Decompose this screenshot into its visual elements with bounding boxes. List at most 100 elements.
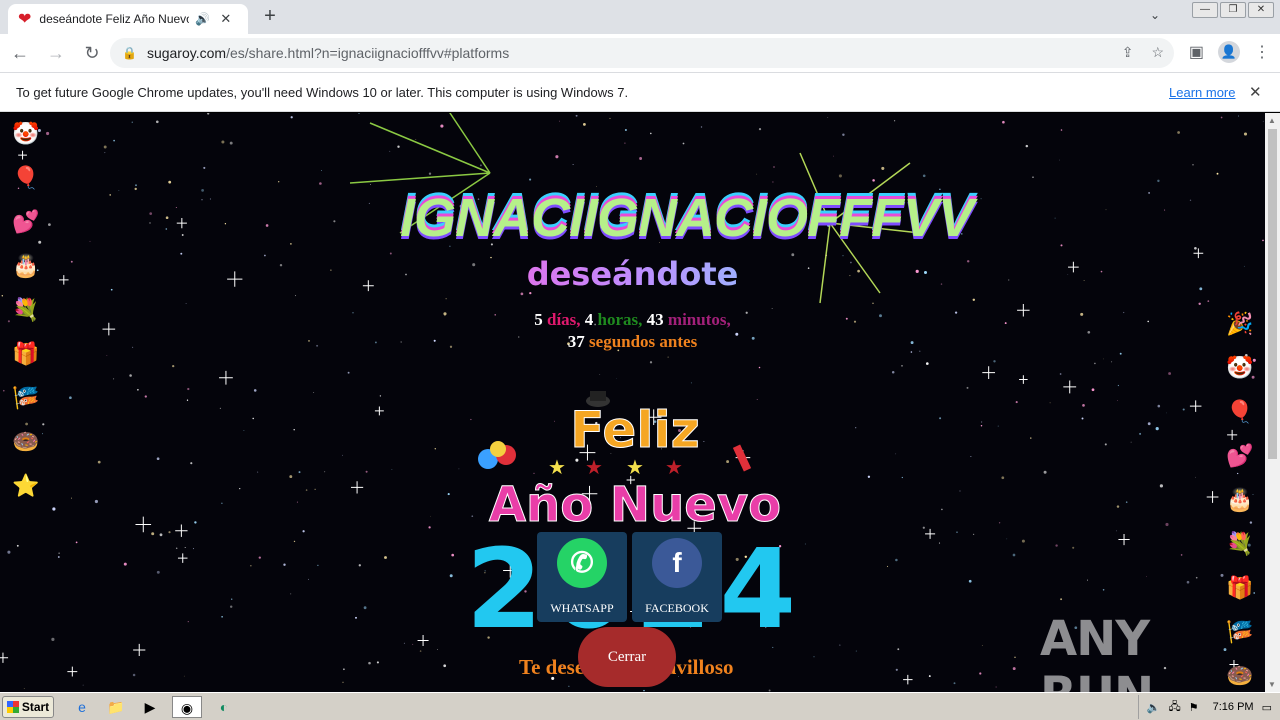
- gift-icon[interactable]: 🎁: [1226, 575, 1253, 601]
- edge-icon[interactable]: ◐: [212, 696, 236, 718]
- star-dot: [529, 178, 532, 181]
- star-dot: [221, 140, 225, 144]
- close-tab-icon[interactable]: ✕: [220, 11, 231, 27]
- new-tab-button[interactable]: +: [258, 5, 282, 29]
- star-dot: [1025, 144, 1029, 148]
- volume-icon[interactable]: 🔈: [1147, 701, 1161, 714]
- party-popper-icon[interactable]: 🎉: [1226, 311, 1253, 337]
- star-dot: [972, 298, 976, 302]
- minimize-button[interactable]: —: [1192, 2, 1218, 18]
- donut-icon[interactable]: 🍩: [12, 429, 39, 455]
- star-dot: [187, 621, 189, 623]
- page-scrollbar[interactable]: ▲ ▼: [1265, 113, 1280, 692]
- star-dot: [1091, 388, 1095, 392]
- star-dot: [980, 425, 983, 427]
- star-dot: [928, 675, 931, 678]
- sparkle: [1063, 380, 1077, 394]
- star-dot: [104, 152, 106, 154]
- star-dot: [915, 269, 919, 273]
- birthday-cake-icon[interactable]: 🎂: [1226, 487, 1253, 513]
- scroll-thumb[interactable]: [1268, 129, 1277, 459]
- star-dot: [57, 556, 60, 558]
- clock[interactable]: 7:16 PM: [1213, 701, 1254, 713]
- minutes-value: 43: [646, 310, 664, 329]
- bunting-icon[interactable]: 🎏: [12, 385, 39, 411]
- star-dot: [370, 184, 372, 186]
- star-dot: [1194, 246, 1197, 250]
- menu-kebab-icon[interactable]: ⋮: [1254, 42, 1270, 62]
- star-dot: [384, 556, 387, 559]
- birthday-cake-icon[interactable]: 🎂: [12, 253, 39, 279]
- close-window-button[interactable]: ✕: [1248, 2, 1274, 18]
- clown-face-icon[interactable]: 🤡: [1226, 355, 1253, 381]
- hearts-icon[interactable]: 💕: [12, 209, 39, 235]
- star-dot: [207, 113, 210, 115]
- star-dot: [1220, 116, 1223, 119]
- forward-button[interactable]: →: [40, 37, 72, 69]
- internet-explorer-icon[interactable]: e: [70, 696, 94, 718]
- network-icon[interactable]: 🖧: [1168, 698, 1180, 717]
- close-infobar-icon[interactable]: ✕: [1249, 83, 1262, 101]
- star-dot: [106, 354, 108, 356]
- whatsapp-share-button[interactable]: ✆ WHATSAPP: [537, 532, 627, 622]
- clown-face-icon[interactable]: 🤡: [12, 121, 39, 147]
- speaker-icon[interactable]: 🔊: [195, 12, 210, 26]
- sparkle: [982, 366, 996, 379]
- browser-tab[interactable]: ❤ deseándote Feliz Año Nuevo 20 🔊 ✕: [8, 4, 248, 34]
- star-dot: [1157, 404, 1161, 408]
- sparkle: [67, 666, 78, 677]
- star-dot: [1087, 330, 1091, 334]
- reload-button[interactable]: ↻: [76, 37, 108, 69]
- star-dot: [1072, 546, 1075, 549]
- star-dot: [1243, 265, 1245, 267]
- show-desktop-icon[interactable]: ▭: [1262, 701, 1272, 714]
- star-dot: [305, 489, 308, 491]
- chrome-icon[interactable]: ◉: [172, 695, 202, 718]
- start-button[interactable]: Start: [2, 695, 54, 718]
- file-explorer-icon[interactable]: 📁: [104, 696, 128, 718]
- media-player-icon[interactable]: ▶: [138, 696, 162, 718]
- lock-icon[interactable]: 🔒: [122, 46, 137, 60]
- learn-more-link[interactable]: Learn more: [1169, 85, 1235, 100]
- star-icon[interactable]: ⭐: [12, 473, 39, 499]
- facebook-share-button[interactable]: f FACEBOOK: [632, 532, 722, 622]
- star-dot: [872, 179, 875, 182]
- scroll-up-icon[interactable]: ▲: [1268, 116, 1276, 125]
- star-dot: [649, 132, 652, 135]
- restore-button[interactable]: ❐: [1220, 2, 1246, 18]
- star-dot: [151, 532, 155, 536]
- gift-icon[interactable]: 🎁: [12, 341, 39, 367]
- balloons-icon[interactable]: 🎈: [12, 165, 39, 191]
- star-dot: [919, 350, 921, 352]
- back-button[interactable]: ←: [4, 37, 36, 69]
- star-dot: [1262, 239, 1264, 242]
- star-dot: [70, 497, 73, 499]
- sparkle: [175, 524, 188, 537]
- star-dot: [910, 351, 913, 353]
- star-icon[interactable]: ☆: [1151, 44, 1164, 61]
- scroll-down-icon[interactable]: ▼: [1268, 680, 1276, 689]
- address-bar[interactable]: 🔒 sugaroy.com/es/share.html?n=ignaciigna…: [110, 38, 1174, 68]
- sparkle: [350, 481, 364, 494]
- flowers-icon[interactable]: 💐: [12, 297, 39, 323]
- star-dot: [772, 646, 774, 648]
- close-button[interactable]: Cerrar: [578, 627, 676, 687]
- profile-avatar[interactable]: 👤: [1218, 41, 1240, 63]
- star-dot: [827, 117, 829, 118]
- star-dot: [1119, 352, 1122, 355]
- flag-icon[interactable]: ⚑: [1189, 701, 1199, 714]
- star-dot: [149, 212, 153, 215]
- flowers-icon[interactable]: 💐: [1226, 531, 1253, 557]
- star-dot: [82, 684, 84, 686]
- chevron-down-icon[interactable]: ⌄: [1150, 8, 1160, 22]
- seconds-label: segundos antes: [589, 332, 698, 351]
- balloons-icon[interactable]: 🎈: [1226, 399, 1253, 425]
- star-dot: [434, 447, 437, 450]
- svg-text:★: ★: [665, 457, 683, 479]
- star-dot: [437, 649, 438, 650]
- share-icon[interactable]: ⇪: [1122, 44, 1134, 61]
- star-dot: [313, 392, 315, 393]
- side-panel-icon[interactable]: ▣: [1189, 42, 1204, 62]
- hearts-icon[interactable]: 💕: [1226, 443, 1253, 469]
- emoji-column-left: 🤡 🎈 💕 🎂 💐 🎁 🎏 🍩 ⭐: [12, 121, 39, 499]
